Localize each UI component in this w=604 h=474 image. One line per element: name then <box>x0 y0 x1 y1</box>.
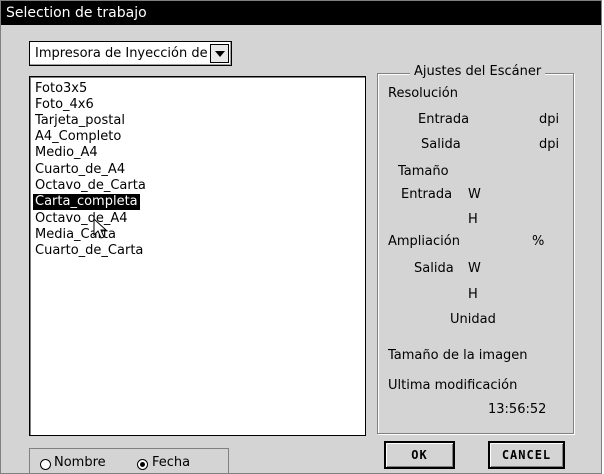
list-item[interactable]: Foto3x5 <box>33 81 89 97</box>
chevron-down-icon <box>215 51 225 57</box>
dropdown-arrow-button[interactable] <box>210 44 229 63</box>
ampliacion-percent-unit: % <box>532 234 545 249</box>
list-item-selected[interactable]: Carta_completa <box>33 194 140 210</box>
resolucion-entrada-label: Entrada <box>418 112 470 127</box>
cancel-button[interactable]: CANCEL <box>488 441 565 469</box>
list-item[interactable]: Cuarto_de_Carta <box>33 243 145 259</box>
printer-dropdown[interactable]: Impresora de Inyección de <box>29 41 232 66</box>
sort-fecha-label[interactable]: Fecha <box>152 455 190 470</box>
list-item[interactable]: Cuarto_de_A4 <box>33 162 127 178</box>
salida-h-label: H <box>468 287 478 302</box>
ampliacion-label: Ampliación <box>388 234 460 249</box>
ultima-modificacion-label: Ultima modificación <box>388 378 518 393</box>
entrada-h-label: H <box>468 212 478 227</box>
list-item[interactable]: Foto_4x6 <box>33 97 96 113</box>
printer-dropdown-value: Impresora de Inyección de <box>35 46 208 61</box>
window-title: Selection de trabajo <box>1 1 601 25</box>
tamano-label: Tamaño <box>398 164 449 179</box>
scanner-settings-title: Ajustes del Escáner <box>410 64 546 79</box>
list-item[interactable]: Tarjeta_postal <box>33 113 127 129</box>
sort-nombre-radio[interactable] <box>40 459 51 470</box>
list-item[interactable]: Octavo_de_A4 <box>33 211 130 227</box>
unidad-label: Unidad <box>450 312 496 327</box>
tamano-imagen-label: Tamaño de la imagen <box>388 348 528 363</box>
sort-nombre-label[interactable]: Nombre <box>54 455 106 470</box>
entrada-w-label: W <box>468 187 481 202</box>
list-item[interactable]: A4_Completo <box>33 129 123 145</box>
tamano-entrada-label: Entrada <box>401 187 453 202</box>
salida-w-label: W <box>468 261 481 276</box>
mouse-cursor-icon <box>93 218 108 239</box>
sort-fecha-radio[interactable] <box>137 459 148 470</box>
dpi-salida-unit: dpi <box>539 137 560 152</box>
modification-time: 13:56:52 <box>488 402 547 417</box>
selection-window: Selection de trabajo Impresora de Inyecc… <box>0 0 602 474</box>
resolucion-label: Resolución <box>388 86 458 101</box>
dpi-entrada-unit: dpi <box>539 112 560 127</box>
ok-button[interactable]: OK <box>384 441 455 469</box>
tamano-salida-label: Salida <box>414 261 454 276</box>
list-item[interactable]: Octavo_de_Carta <box>33 178 148 194</box>
resolucion-salida-label: Salida <box>421 137 461 152</box>
job-listbox[interactable]: Foto3x5 Foto_4x6 Tarjeta_postal A4_Compl… <box>29 76 366 436</box>
sort-radio-group: Nombre Fecha <box>29 448 229 474</box>
list-item[interactable]: Medio_A4 <box>33 145 100 161</box>
